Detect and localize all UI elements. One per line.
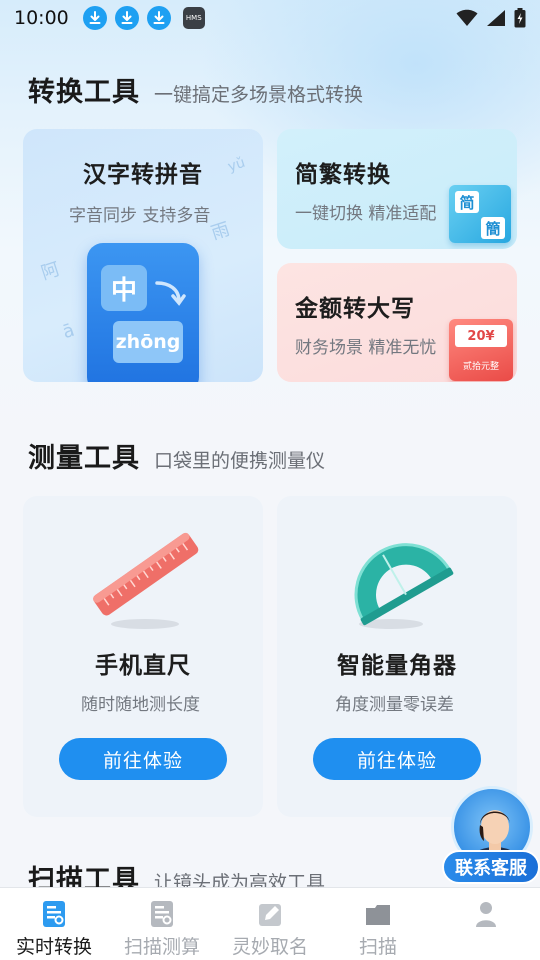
ruler-illustration xyxy=(93,532,199,629)
card-subtitle: 随时随地测长度 xyxy=(81,695,200,715)
char-traditional: 簡 xyxy=(481,217,505,239)
status-time: 10:00 xyxy=(14,7,69,29)
simplified-traditional-card[interactable]: 简繁转换 一键切换 精准适配 简 簡 xyxy=(277,129,517,249)
section-title: 转换工具 xyxy=(28,77,140,108)
nav-label: 扫描测算 xyxy=(123,936,200,958)
card-subtitle: 角度测量零误差 xyxy=(335,695,454,715)
pinyin-illustration: 中 zhōng xyxy=(87,243,199,382)
nav-item-naming[interactable]: 灵妙取名 xyxy=(216,888,324,960)
card-title: 金额转大写 xyxy=(295,296,415,322)
section-subtitle: 一键搞定多场景格式转换 xyxy=(154,84,364,106)
nav-item-scan[interactable]: 扫描 xyxy=(324,888,432,960)
tile-pinyin-box: zhōng xyxy=(113,321,183,363)
nav-label: 灵妙取名 xyxy=(231,936,308,958)
decorative-char: ā xyxy=(60,319,78,344)
tile-char-box: 中 xyxy=(101,265,147,311)
jianfan-illustration: 简 簡 xyxy=(449,185,515,247)
protractor-illustration xyxy=(354,543,454,629)
folder-icon xyxy=(366,905,390,925)
card-subtitle: 一键切换 精准适配 xyxy=(295,204,437,224)
nav-item-realtime-convert[interactable]: 实时转换 xyxy=(0,888,108,960)
customer-service-button[interactable]: 联系客服 xyxy=(442,786,540,886)
section-subtitle: 口袋里的便携测量仪 xyxy=(154,450,326,472)
ruler-card[interactable]: 手机直尺 随时随地测长度 前往体验 xyxy=(23,496,263,817)
bottom-navigation: 实时转换 扫描测算 灵妙取名 扫描 xyxy=(0,887,540,960)
wifi-icon xyxy=(456,9,478,26)
pinyin-converter-card[interactable]: 汉字转拼音 字音同步 支持多音 阿 雨 ā yǔ 中 zhōng xyxy=(23,129,263,382)
signal-icon xyxy=(487,10,505,26)
amount-number: 20¥ xyxy=(455,325,507,347)
nav-label: 扫描 xyxy=(358,936,397,958)
protractor-card[interactable]: 智能量角器 角度测量零误差 前往体验 xyxy=(277,496,517,817)
amount-uppercase-card[interactable]: 金额转大写 财务场景 精准无忧 20¥ 贰拾元整 xyxy=(277,263,517,382)
decorative-char: 雨 xyxy=(208,218,233,245)
hms-icon: HMS xyxy=(182,7,205,29)
nav-label: 实时转换 xyxy=(15,936,92,958)
card-subtitle: 字音同步 支持多音 xyxy=(69,206,211,226)
card-title: 手机直尺 xyxy=(95,653,191,679)
decorative-char: yǔ xyxy=(225,154,248,176)
status-bar: 10:00 HMS xyxy=(0,0,540,36)
nav-item-profile[interactable] xyxy=(432,888,540,960)
arrow-icon xyxy=(155,281,186,306)
card-title: 简繁转换 xyxy=(295,162,391,188)
profile-icon xyxy=(476,902,496,927)
naming-icon xyxy=(259,904,281,926)
battery-icon xyxy=(514,8,526,28)
download-notification-icon xyxy=(114,6,139,30)
card-title: 智能量角器 xyxy=(337,653,457,679)
card-subtitle: 财务场景 精准无忧 xyxy=(295,338,437,358)
char-simplified: 简 xyxy=(455,191,479,213)
amount-uppercase: 贰拾元整 xyxy=(462,362,499,372)
decorative-char: 阿 xyxy=(38,258,63,285)
section-title: 测量工具 xyxy=(28,443,140,474)
card-title: 汉字转拼音 xyxy=(83,162,203,188)
download-notification-icon xyxy=(82,6,107,30)
section-header-convert: 转换工具 一键搞定多场景格式转换 xyxy=(28,70,363,109)
customer-service-label: 联系客服 xyxy=(442,850,540,884)
amount-illustration: 20¥ 贰拾元整 xyxy=(449,319,513,381)
nav-item-scan-calc[interactable]: 扫描测算 xyxy=(108,888,216,960)
section-header-measure: 测量工具 口袋里的便携测量仪 xyxy=(28,436,325,475)
try-ruler-button[interactable]: 前往体验 xyxy=(59,738,227,780)
try-protractor-button[interactable]: 前往体验 xyxy=(313,738,481,780)
download-notification-icon xyxy=(146,6,171,30)
convert-icon xyxy=(43,901,65,927)
scan-calc-icon xyxy=(151,901,173,927)
